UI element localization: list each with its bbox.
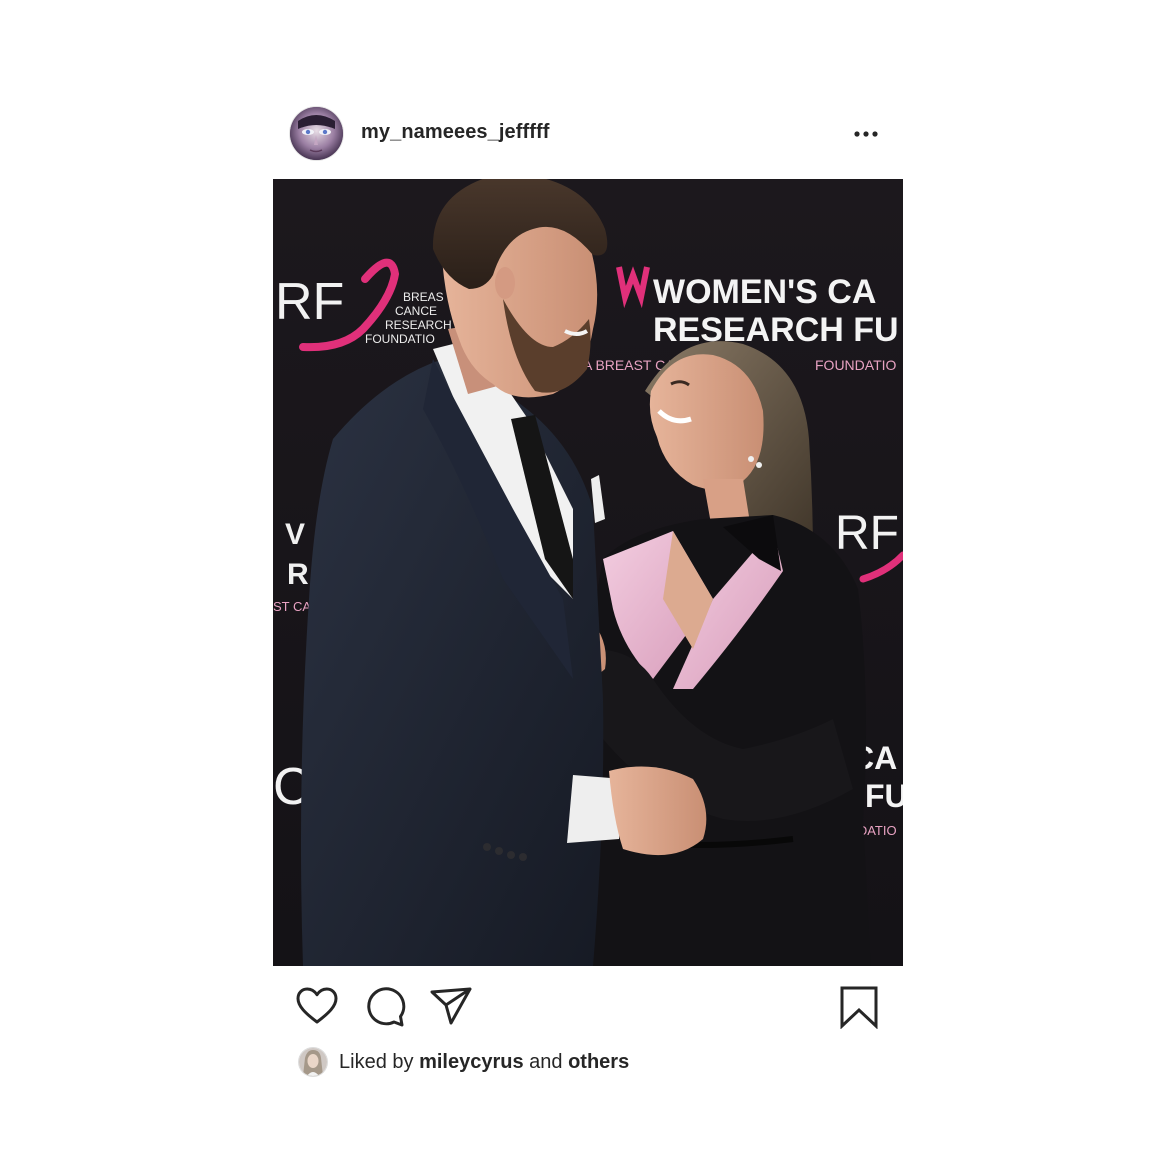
comment-button[interactable] bbox=[363, 985, 407, 1029]
svg-text:V: V bbox=[285, 518, 305, 551]
bookmark-icon bbox=[840, 986, 878, 1029]
post-header: my_nameees_jefffff bbox=[290, 107, 886, 161]
likes-conjunction: and bbox=[529, 1051, 563, 1073]
svg-text:BREAS: BREAS bbox=[403, 290, 444, 304]
svg-text:RF: RF bbox=[835, 507, 899, 560]
save-button[interactable] bbox=[837, 985, 881, 1029]
share-button[interactable] bbox=[429, 985, 473, 1029]
user-avatar[interactable] bbox=[290, 107, 343, 160]
like-button[interactable] bbox=[295, 985, 339, 1029]
send-icon bbox=[430, 987, 472, 1025]
more-horizontal-icon bbox=[854, 131, 878, 137]
username[interactable]: my_nameees_jefffff bbox=[361, 121, 550, 144]
logo-rf-text: RF bbox=[275, 273, 344, 331]
post-photo[interactable]: RF BREAS CANCE RESEARCH FOUNDATIO WOMEN'… bbox=[273, 179, 903, 966]
likes-summary: Liked by mileycyrus and others bbox=[299, 1048, 799, 1078]
svg-text:ST CA: ST CA bbox=[273, 599, 311, 614]
svg-text:RESEARCH FU: RESEARCH FU bbox=[653, 311, 899, 349]
svg-text:RESEARCH: RESEARCH bbox=[385, 318, 452, 332]
instagram-post: my_nameees_jefffff RF BREAS CANCE RESEAR… bbox=[0, 0, 1176, 1176]
heart-icon bbox=[296, 987, 338, 1024]
svg-text:WOMEN'S CA: WOMEN'S CA bbox=[653, 273, 876, 311]
post-actions bbox=[295, 985, 881, 1031]
couple-photo: RF BREAS CANCE RESEARCH FOUNDATIO WOMEN'… bbox=[273, 179, 903, 966]
liker-username[interactable]: mileycyrus bbox=[419, 1051, 524, 1073]
likes-text: Liked by mileycyrus and others bbox=[339, 1051, 629, 1074]
comment-icon bbox=[367, 987, 406, 1027]
likes-prefix: Liked by bbox=[339, 1051, 414, 1073]
likes-others-link[interactable]: others bbox=[568, 1051, 629, 1073]
svg-text:FOUNDATIO: FOUNDATIO bbox=[815, 357, 897, 373]
more-options-button[interactable] bbox=[846, 123, 886, 145]
svg-text:R: R bbox=[287, 558, 309, 591]
svg-text:CANCE: CANCE bbox=[395, 304, 437, 318]
svg-text:FOUNDATIO: FOUNDATIO bbox=[365, 332, 435, 346]
liker-avatar[interactable] bbox=[299, 1048, 327, 1076]
